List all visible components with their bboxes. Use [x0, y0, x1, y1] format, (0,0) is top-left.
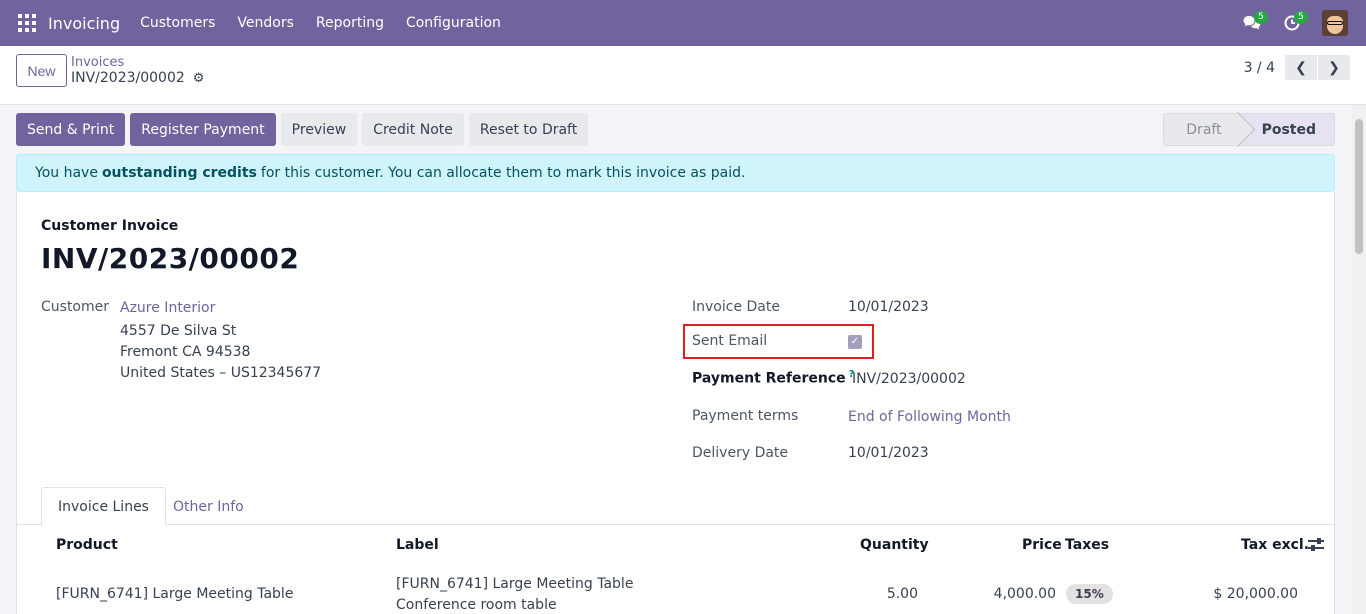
gear-icon[interactable]: ⚙ — [193, 71, 205, 86]
activities-button[interactable]: 5 — [1272, 0, 1312, 46]
reset-to-draft-button[interactable]: Reset to Draft — [468, 113, 589, 146]
apps-menu-icon[interactable] — [18, 14, 36, 32]
menu-reporting[interactable]: Reporting — [316, 15, 384, 31]
customer-address-line1: 4557 De Silva St — [120, 323, 237, 339]
customer-address-line3: United States – US12345677 — [120, 365, 322, 381]
customer-link[interactable]: Azure Interior — [120, 300, 215, 316]
line-tax-badge[interactable]: 15% — [1066, 584, 1113, 604]
invoice-number: INV/2023/00002 — [41, 242, 300, 275]
breadcrumb-invoices[interactable]: Invoices — [71, 55, 124, 70]
menu-configuration[interactable]: Configuration — [406, 15, 501, 31]
customer-address-line2: Fremont CA 94538 — [120, 344, 251, 360]
messages-button[interactable]: 5 — [1232, 0, 1272, 46]
top-navbar: Invoicing Customers Vendors Reporting Co… — [0, 0, 1366, 46]
optional-columns-icon[interactable] — [1308, 538, 1324, 552]
column-product[interactable]: Product — [56, 537, 118, 553]
column-taxes[interactable]: Taxes — [1065, 537, 1109, 553]
breadcrumb-current: INV/2023/00002 — [71, 70, 185, 86]
pager-next-button[interactable]: ❯ — [1318, 55, 1350, 80]
delivery-date-field[interactable]: 10/01/2023 — [848, 445, 929, 461]
control-panel: New Invoices INV/2023/00002 ⚙ 3 / 4 ❮ ❯ — [0, 46, 1366, 105]
chevron-right-icon: ❯ — [1328, 59, 1340, 75]
payment-reference-field[interactable]: INV/2023/00002 — [852, 371, 966, 387]
tab-other-info[interactable]: Other Info — [157, 487, 260, 526]
customer-label: Customer — [41, 299, 110, 315]
alert-emphasis[interactable]: outstanding credits — [102, 165, 257, 181]
messages-count-badge: 5 — [1254, 11, 1268, 24]
line-label-line1[interactable]: [FURN_6741] Large Meeting Table — [396, 576, 633, 592]
column-tax-excl[interactable]: Tax excl. — [1241, 537, 1309, 553]
status-stages: Draft Posted — [1163, 113, 1335, 146]
document-type: Customer Invoice — [41, 218, 179, 234]
chevron-left-icon: ❮ — [1295, 59, 1307, 75]
stage-draft[interactable]: Draft — [1163, 113, 1240, 146]
alert-suffix: for this customer. You can allocate them… — [260, 165, 746, 181]
column-price[interactable]: Price — [1022, 537, 1062, 553]
breadcrumb: INV/2023/00002 ⚙ — [71, 70, 204, 86]
send-print-button[interactable]: Send & Print — [16, 113, 126, 146]
user-avatar[interactable] — [1322, 10, 1348, 36]
line-tax-excl: $ 20,000.00 — [1213, 586, 1298, 602]
payment-terms-label: Payment terms — [692, 408, 799, 424]
preview-button[interactable]: Preview — [280, 113, 358, 146]
line-product[interactable]: [FURN_6741] Large Meeting Table — [56, 586, 293, 602]
notebook-tabs: Invoice Lines Other Info — [17, 487, 1336, 526]
sent-email-checkbox[interactable]: ✓ — [848, 335, 862, 349]
form-sheet: Customer Invoice INV/2023/00002 Customer… — [16, 192, 1336, 614]
pager: 3 / 4 ❮ ❯ — [1244, 55, 1350, 80]
pager-previous-button[interactable]: ❮ — [1285, 55, 1317, 80]
new-button[interactable]: New — [16, 54, 67, 87]
line-label-line2[interactable]: Conference room table — [396, 597, 557, 613]
delivery-date-label: Delivery Date — [692, 445, 789, 461]
payment-reference-label: Payment Reference? — [692, 369, 855, 387]
sent-email-label: Sent Email — [692, 333, 768, 349]
app-name[interactable]: Invoicing — [48, 14, 120, 33]
menu-vendors[interactable]: Vendors — [237, 15, 293, 31]
register-payment-button[interactable]: Register Payment — [130, 113, 276, 146]
systray: 5 5 — [1232, 0, 1366, 46]
alert-prefix: You have — [35, 165, 98, 181]
column-quantity[interactable]: Quantity — [860, 537, 929, 553]
invoice-date-label: Invoice Date — [692, 299, 780, 315]
form-view: Send & Print Register Payment Preview Cr… — [0, 105, 1366, 614]
tab-invoice-lines[interactable]: Invoice Lines — [41, 487, 166, 526]
payment-terms-field[interactable]: End of Following Month — [848, 409, 1011, 425]
line-price[interactable]: 4,000.00 — [985, 586, 1056, 602]
activities-count-badge: 5 — [1294, 11, 1308, 24]
line-quantity[interactable]: 5.00 — [872, 586, 918, 602]
status-bar: Send & Print Register Payment Preview Cr… — [16, 113, 1335, 146]
invoice-date-field[interactable]: 10/01/2023 — [848, 299, 929, 315]
outstanding-credits-alert: You have outstanding credits for this cu… — [16, 154, 1335, 192]
pager-value[interactable]: 3 / 4 — [1244, 60, 1275, 76]
scrollbar[interactable] — [1352, 105, 1366, 614]
column-label[interactable]: Label — [396, 537, 439, 553]
credit-note-button[interactable]: Credit Note — [362, 113, 464, 146]
menu-customers[interactable]: Customers — [140, 15, 215, 31]
